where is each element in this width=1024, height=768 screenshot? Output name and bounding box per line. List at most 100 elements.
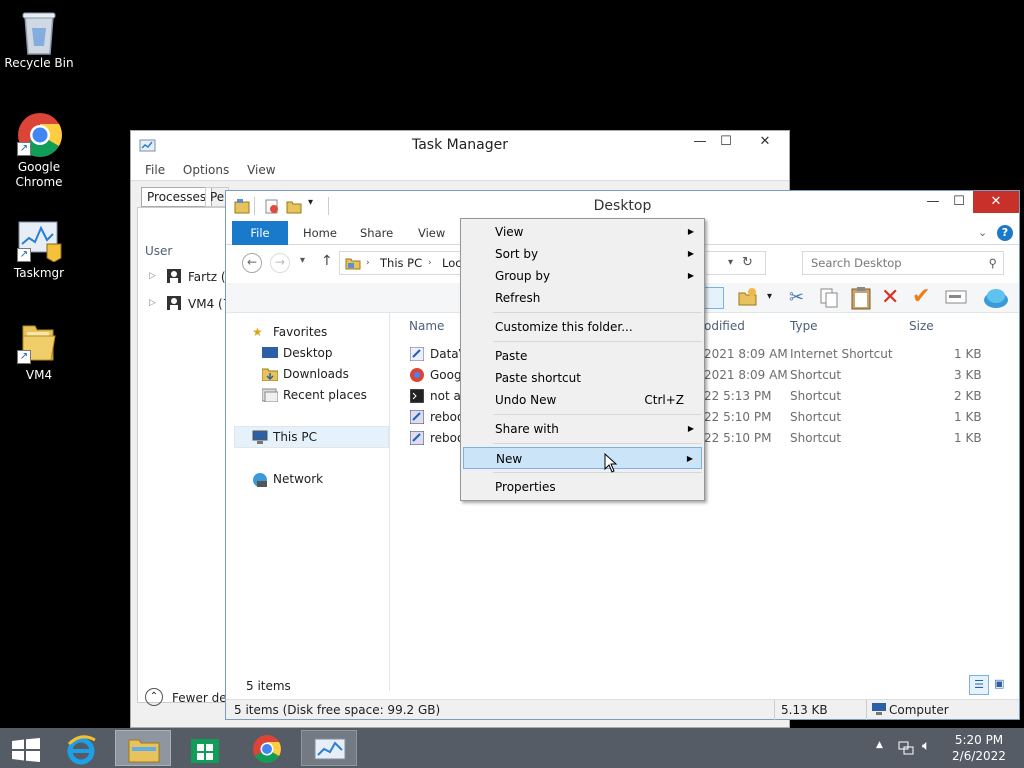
user-row[interactable]: VM4 (7 (188, 297, 230, 311)
close-button[interactable]: ✕ (747, 131, 783, 153)
menu-view[interactable]: View (247, 159, 275, 181)
tab-home[interactable]: Home (303, 221, 337, 245)
checkmark-icon[interactable]: ✔ (912, 284, 930, 309)
collapse-up-icon[interactable]: ⌃ (145, 688, 163, 706)
menu-item-customize[interactable]: Customize this folder... (463, 316, 702, 338)
file-name[interactable]: Goog (430, 368, 462, 382)
nav-this-pc[interactable]: This PC (273, 430, 317, 444)
column-type[interactable]: Type (790, 319, 818, 333)
clock[interactable]: 5:20 PM 2/6/2022 (948, 732, 1010, 764)
submenu-arrow-icon: ▶ (687, 227, 694, 236)
file-name[interactable]: not a (430, 389, 461, 403)
expand-arrow-icon[interactable]: ▷ (149, 271, 156, 281)
submenu-arrow-icon: ▶ (687, 271, 694, 280)
nav-network[interactable]: Network (273, 472, 323, 486)
desktop-icon-chrome[interactable]: ↗ Google Chrome (4, 112, 74, 190)
ribbon-expand-icon[interactable]: ⌄ (978, 221, 987, 245)
nav-desktop[interactable]: Desktop (283, 346, 333, 360)
menu-item-sort-by[interactable]: Sort by ▶ (463, 243, 702, 265)
rename-icon[interactable] (945, 290, 967, 307)
search-input[interactable]: Search Desktop ⚲ (802, 251, 1004, 275)
tab-file[interactable]: File (232, 221, 288, 245)
menu-item-new[interactable]: New ▶ (463, 447, 702, 469)
fewer-details-link[interactable]: Fewer det (172, 691, 231, 705)
view-toggle-icon[interactable] (702, 287, 724, 309)
desktop-icon-recycle-bin[interactable]: Recycle Bin (4, 8, 74, 71)
recent-locations-icon[interactable]: ▾ (300, 255, 305, 266)
task-manager-titlebar[interactable]: Task Manager — ☐ ✕ (131, 131, 789, 159)
nav-favorites[interactable]: Favorites (273, 325, 327, 339)
address-bar-end[interactable]: ▾ ↻ (706, 251, 766, 275)
menu-options[interactable]: Options (183, 159, 229, 181)
nav-downloads[interactable]: Downloads (283, 367, 349, 381)
menu-item-view[interactable]: View ▶ (463, 221, 702, 243)
delete-icon[interactable]: ✕ (881, 285, 899, 310)
taskbar-store[interactable] (177, 730, 233, 766)
folder-icon: ↗ (17, 320, 61, 364)
desktop-icon-taskmgr[interactable]: ↗ Taskmgr (4, 218, 74, 281)
details-view-icon[interactable]: ☰ (969, 675, 989, 695)
menu-item-paste-shortcut[interactable]: Paste shortcut (463, 367, 702, 389)
tab-share[interactable]: Share (360, 221, 393, 245)
volume-icon[interactable]: 🔈︎ (922, 738, 930, 754)
refresh-icon[interactable]: ↻ (742, 252, 753, 274)
column-date-modified[interactable]: odified (704, 319, 745, 333)
breadcrumb-local[interactable]: Loc (442, 252, 462, 274)
address-bar[interactable]: › This PC › Loc (339, 251, 462, 275)
show-hidden-icons-icon[interactable]: ▲ (876, 740, 883, 750)
taskbar-chrome[interactable] (239, 730, 295, 766)
chrome-icon (253, 735, 281, 763)
network-status-icon[interactable] (898, 739, 914, 758)
explorer-titlebar[interactable]: ▾ Desktop — ☐ ✕ (226, 191, 1019, 221)
computer-icon (252, 430, 268, 447)
desktop-icon-vm4[interactable]: ↗ VM4 (4, 320, 74, 383)
back-arrow-icon[interactable]: ← (242, 253, 262, 273)
file-size: 3 KB (954, 368, 982, 382)
up-arrow-icon[interactable]: ↑ (321, 253, 333, 269)
help-icon[interactable]: ? (997, 225, 1013, 241)
menu-item-undo-new[interactable]: Undo New Ctrl+Z (463, 389, 702, 411)
menu-item-group-by[interactable]: Group by ▶ (463, 265, 702, 287)
folder-options-icon[interactable] (738, 287, 758, 310)
menu-item-refresh[interactable]: Refresh (463, 287, 702, 309)
taskmgr-label: Taskmgr (13, 266, 65, 280)
taskbar-ie[interactable] (55, 730, 111, 766)
menu-file[interactable]: File (145, 159, 165, 181)
search-icon: ⚲ (988, 256, 997, 270)
menu-item-paste[interactable]: Paste (463, 345, 702, 367)
maximize-button[interactable]: ☐ (712, 131, 740, 153)
store-icon (191, 739, 219, 763)
paste-icon[interactable] (850, 286, 872, 313)
breadcrumb-this-pc[interactable]: This PC (380, 252, 422, 274)
column-name[interactable]: Name (409, 319, 444, 333)
tab-processes[interactable]: Processes (141, 187, 213, 207)
menu-item-properties[interactable]: Properties (463, 476, 702, 498)
file-type: Shortcut (790, 389, 842, 403)
large-icons-view-icon[interactable]: ▣ (994, 677, 1004, 690)
close-button[interactable]: ✕ (973, 191, 1019, 213)
minimize-button[interactable]: — (919, 191, 947, 213)
column-user[interactable]: User (145, 244, 172, 258)
submenu-arrow-icon: ▶ (686, 454, 693, 463)
start-button[interactable] (0, 730, 56, 766)
tab-view[interactable]: View (418, 221, 445, 245)
dropdown-arrow-icon[interactable]: ▾ (767, 291, 772, 302)
address-dropdown-icon[interactable]: ▾ (728, 252, 733, 274)
computer-small-icon (872, 703, 886, 718)
expand-arrow-icon[interactable]: ▷ (149, 298, 156, 308)
taskbar-explorer[interactable] (115, 730, 171, 766)
shell-icon[interactable] (983, 286, 1009, 311)
shortcut-icon (409, 346, 425, 364)
task-manager-menubar: File Options View (131, 159, 789, 181)
menu-item-share-with[interactable]: Share with ▶ (463, 418, 702, 440)
cut-icon[interactable]: ✂ (789, 287, 804, 308)
minimize-button[interactable]: — (686, 131, 714, 153)
column-size[interactable]: Size (909, 319, 934, 333)
undo-shortcut: Ctrl+Z (644, 393, 684, 407)
nav-recent-places[interactable]: Recent places (283, 388, 367, 402)
taskbar-task-manager[interactable] (301, 730, 357, 766)
maximize-button[interactable]: ☐ (945, 191, 973, 213)
copy-icon[interactable] (819, 287, 839, 312)
file-size: 1 KB (954, 431, 982, 445)
forward-arrow-icon[interactable]: → (270, 253, 290, 273)
